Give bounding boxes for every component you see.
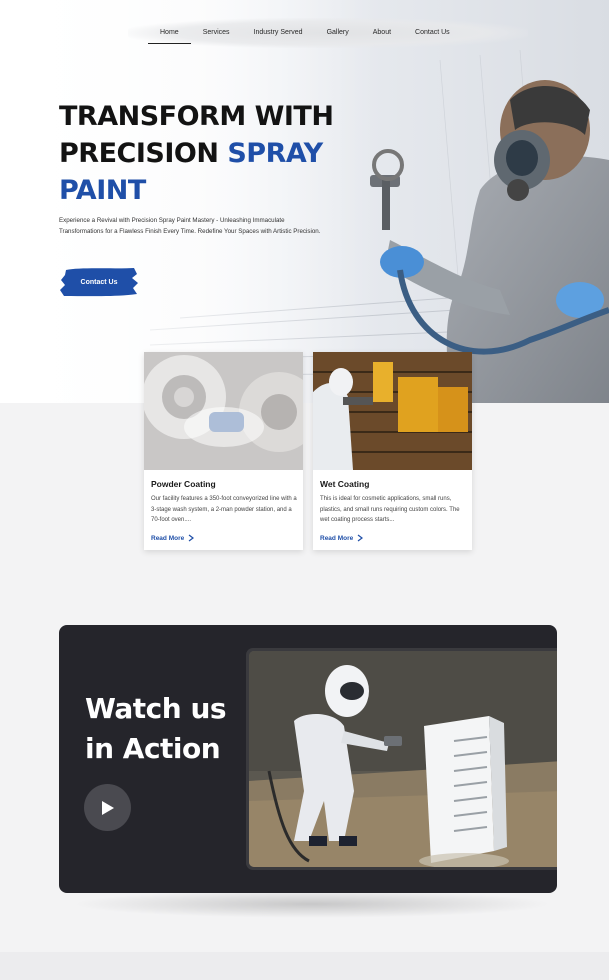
- headline-line-2-dark: PRECISION: [59, 138, 228, 169]
- play-button[interactable]: [84, 784, 131, 831]
- nav-services[interactable]: Services: [191, 22, 242, 44]
- video-thumbnail[interactable]: [246, 648, 557, 870]
- spray-painter-image: [370, 80, 609, 403]
- hero-description: Experience a Revival with Precision Spra…: [59, 217, 321, 235]
- card-text: Our facility features a 350-foot conveyo…: [151, 496, 297, 523]
- video-title-line-1: Watch us: [85, 692, 227, 725]
- card-title: Powder Coating: [151, 479, 216, 489]
- read-more-link[interactable]: Read More: [151, 534, 195, 542]
- headline-line-1: TRANSFORM WITH: [59, 101, 334, 132]
- read-more-label: Read More: [151, 534, 185, 542]
- footer-strip: [0, 952, 609, 980]
- play-icon: [101, 800, 114, 815]
- video-section-title: Watch us in Action: [85, 689, 245, 769]
- headline-line-3-blue: PAINT: [59, 175, 146, 206]
- hero-section: Home Services Industry Served Gallery Ab…: [0, 0, 609, 403]
- video-section-shadow: [72, 890, 552, 918]
- powder-coating-image: [144, 352, 303, 470]
- card-title: Wet Coating: [320, 479, 370, 489]
- nav-industry-served[interactable]: Industry Served: [242, 22, 315, 44]
- service-card-wet-coating[interactable]: Wet Coating This is ideal for cosmetic a…: [313, 352, 472, 550]
- video-title-line-2: in Action: [85, 732, 221, 765]
- read-more-label: Read More: [320, 534, 354, 542]
- read-more-link[interactable]: Read More: [320, 534, 364, 542]
- contact-us-label: Contact Us: [80, 278, 118, 286]
- video-section: Watch us in Action: [59, 625, 557, 893]
- headline-line-2-blue: SPRAY: [227, 138, 323, 169]
- nav-home[interactable]: Home: [148, 22, 191, 44]
- video-thumbnail-image: [249, 651, 557, 867]
- chevron-right-icon: [188, 534, 195, 542]
- card-text: This is ideal for cosmetic applications,…: [320, 496, 460, 523]
- wet-coating-image: [313, 352, 472, 470]
- service-card-powder-coating[interactable]: Powder Coating Our facility features a 3…: [144, 352, 303, 550]
- chevron-right-icon: [357, 534, 364, 542]
- contact-us-button[interactable]: Contact Us: [60, 266, 138, 298]
